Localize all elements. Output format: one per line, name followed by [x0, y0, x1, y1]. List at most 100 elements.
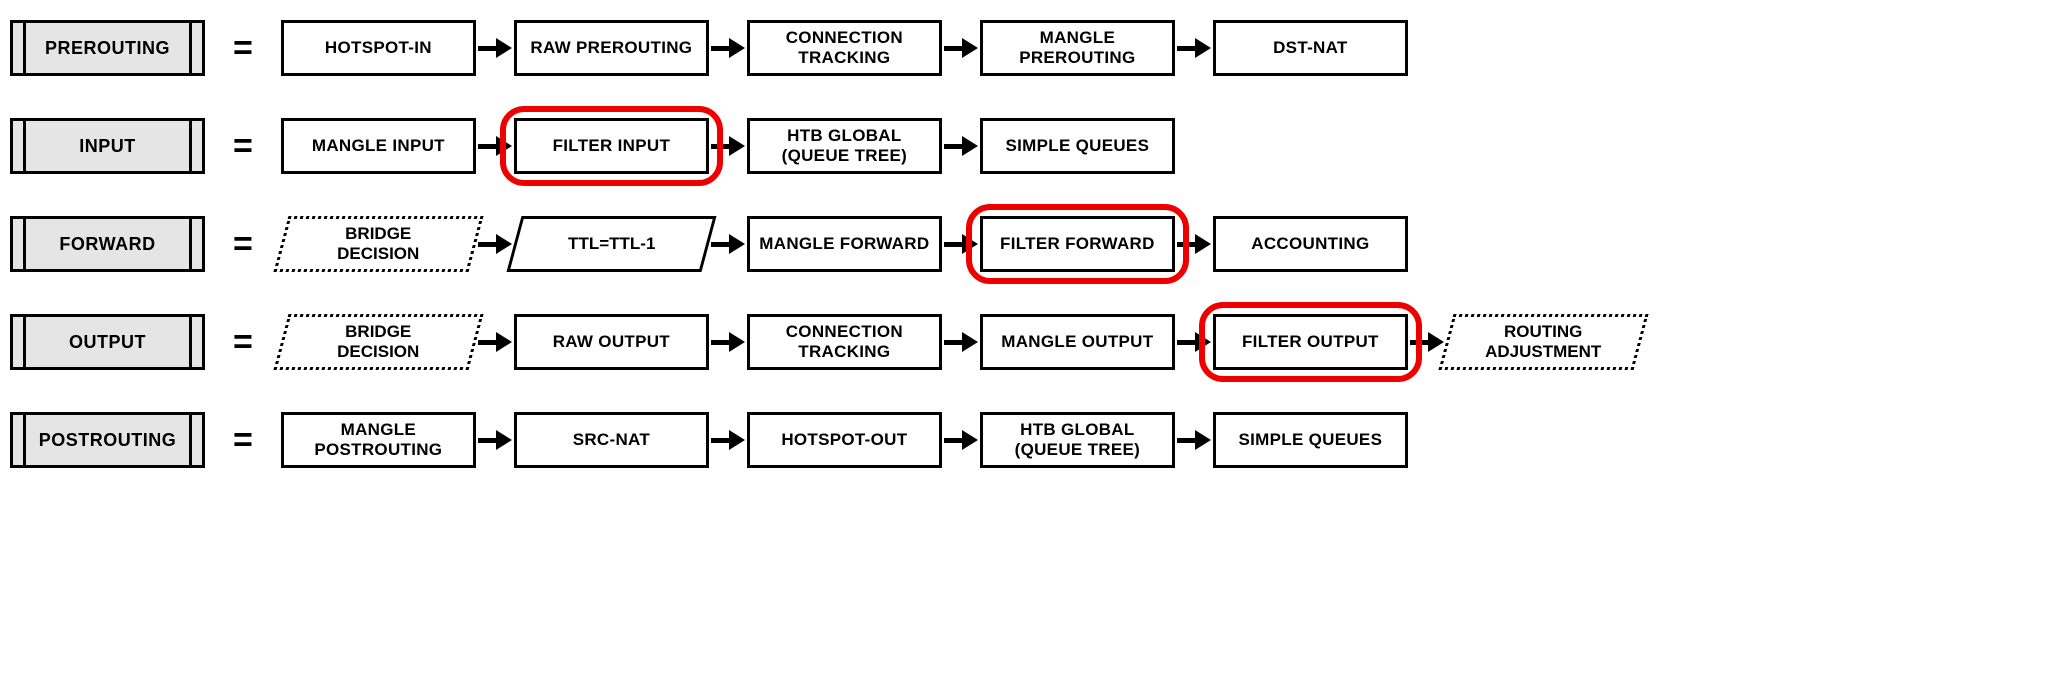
flow-arrow	[478, 136, 512, 156]
node-shape: CONNECTION TRACKING	[747, 20, 942, 76]
chain-row: INPUT = MANGLE INPUT FILTER INPUT HTB GLOBAL…	[10, 118, 2038, 174]
equals-sign: =	[233, 31, 253, 65]
node: MANGLE FORWARD	[747, 216, 942, 272]
equals-sign: =	[233, 325, 253, 359]
node: BRIDGE DECISION	[281, 216, 476, 272]
chain-label: FORWARD	[59, 234, 155, 255]
equals-sign: =	[233, 423, 253, 457]
flow-arrow	[478, 234, 512, 254]
node-shape: ROUTING ADJUSTMENT	[1438, 314, 1648, 370]
chain-label: INPUT	[79, 136, 136, 157]
chain-header: PREROUTING	[10, 20, 205, 76]
chain-header: OUTPUT	[10, 314, 205, 370]
flow: BRIDGE DECISION RAW OUTPUT CONNECTION TRAC…	[281, 314, 1641, 370]
node: MANGLE POSTROUTING	[281, 412, 476, 468]
chain-row: POSTROUTING = MANGLE POSTROUTING SRC-NAT HOT…	[10, 412, 2038, 468]
flow-arrow	[944, 234, 978, 254]
flow-arrow	[944, 332, 978, 352]
flow-arrow	[711, 136, 745, 156]
node-label: SRC-NAT	[573, 430, 650, 450]
node-label: MANGLE OUTPUT	[1001, 332, 1153, 352]
node-shape: ACCOUNTING	[1213, 216, 1408, 272]
chain-row: FORWARD = BRIDGE DECISION TTL=TTL-1 MANGLE F…	[10, 216, 2038, 272]
node-shape: SIMPLE QUEUES	[980, 118, 1175, 174]
node-label: FILTER INPUT	[553, 136, 671, 156]
node: HOTSPOT-OUT	[747, 412, 942, 468]
node: CONNECTION TRACKING	[747, 314, 942, 370]
chain-label: POSTROUTING	[39, 430, 177, 451]
flow-arrow	[478, 430, 512, 450]
node-shape: HTB GLOBAL (QUEUE TREE)	[980, 412, 1175, 468]
node: SIMPLE QUEUES	[1213, 412, 1408, 468]
node: SRC-NAT	[514, 412, 709, 468]
node-shape: MANGLE INPUT	[281, 118, 476, 174]
node: FILTER OUTPUT	[1213, 314, 1408, 370]
node: ROUTING ADJUSTMENT	[1446, 314, 1641, 370]
node-shape: FILTER FORWARD	[980, 216, 1175, 272]
node: ACCOUNTING	[1213, 216, 1408, 272]
node: MANGLE PREROUTING	[980, 20, 1175, 76]
node-label: RAW OUTPUT	[553, 332, 670, 352]
flow-arrow	[711, 38, 745, 58]
node-label: FILTER OUTPUT	[1242, 332, 1379, 352]
node: DST-NAT	[1213, 20, 1408, 76]
flow-arrow	[944, 430, 978, 450]
flow-arrow	[1177, 430, 1211, 450]
node: CONNECTION TRACKING	[747, 20, 942, 76]
flow: MANGLE POSTROUTING SRC-NAT HOTSPOT-OUT HTB …	[281, 412, 1408, 468]
flow-arrow	[944, 38, 978, 58]
flow-arrow	[944, 136, 978, 156]
node-label: ROUTING ADJUSTMENT	[1485, 322, 1601, 361]
node-shape: DST-NAT	[1213, 20, 1408, 76]
node: HTB GLOBAL (QUEUE TREE)	[980, 412, 1175, 468]
node-label: CONNECTION TRACKING	[786, 28, 903, 67]
flow-arrow	[711, 332, 745, 352]
node-label: FILTER FORWARD	[1000, 234, 1155, 254]
node-shape: SRC-NAT	[514, 412, 709, 468]
node: HOTSPOT-IN	[281, 20, 476, 76]
node: RAW OUTPUT	[514, 314, 709, 370]
flow-arrow	[1177, 38, 1211, 58]
node: FILTER FORWARD	[980, 216, 1175, 272]
flow-arrow	[711, 430, 745, 450]
node-shape: MANGLE FORWARD	[747, 216, 942, 272]
node-shape: FILTER INPUT	[514, 118, 709, 174]
chain-row: PREROUTING = HOTSPOT-IN RAW PREROUTING CONNE…	[10, 20, 2038, 76]
node-shape: RAW OUTPUT	[514, 314, 709, 370]
packet-flow-diagram: PREROUTING = HOTSPOT-IN RAW PREROUTING CONNE…	[10, 20, 2038, 468]
node-label: HTB GLOBAL (QUEUE TREE)	[1015, 420, 1140, 459]
node-label: MANGLE PREROUTING	[1019, 28, 1135, 67]
node-label: RAW PREROUTING	[530, 38, 692, 58]
chain-header: FORWARD	[10, 216, 205, 272]
node-shape: MANGLE POSTROUTING	[281, 412, 476, 468]
equals-sign: =	[233, 227, 253, 261]
node: MANGLE INPUT	[281, 118, 476, 174]
node-label: DST-NAT	[1273, 38, 1348, 58]
node: FILTER INPUT	[514, 118, 709, 174]
node-shape: MANGLE OUTPUT	[980, 314, 1175, 370]
chain-row: OUTPUT = BRIDGE DECISION RAW OUTPUT CONNECTI…	[10, 314, 2038, 370]
node: BRIDGE DECISION	[281, 314, 476, 370]
node-label: CONNECTION TRACKING	[786, 322, 903, 361]
node-shape: TTL=TTL-1	[506, 216, 716, 272]
node: TTL=TTL-1	[514, 216, 709, 272]
flow-arrow	[1177, 234, 1211, 254]
flow-arrow	[1177, 332, 1211, 352]
node-shape: HOTSPOT-OUT	[747, 412, 942, 468]
node-shape: CONNECTION TRACKING	[747, 314, 942, 370]
node-label: TTL=TTL-1	[568, 234, 655, 254]
equals-sign: =	[233, 129, 253, 163]
flow: BRIDGE DECISION TTL=TTL-1 MANGLE FORWARD FI…	[281, 216, 1408, 272]
node-shape: BRIDGE DECISION	[273, 314, 483, 370]
flow: HOTSPOT-IN RAW PREROUTING CONNECTION TRACK…	[281, 20, 1408, 76]
node-label: MANGLE INPUT	[312, 136, 445, 156]
chain-label: OUTPUT	[69, 332, 146, 353]
node-label: SIMPLE QUEUES	[1006, 136, 1150, 156]
chain-header: INPUT	[10, 118, 205, 174]
node-label: ACCOUNTING	[1251, 234, 1369, 254]
node: HTB GLOBAL (QUEUE TREE)	[747, 118, 942, 174]
flow: MANGLE INPUT FILTER INPUT HTB GLOBAL (QUEU…	[281, 118, 1175, 174]
flow-arrow	[478, 38, 512, 58]
node: SIMPLE QUEUES	[980, 118, 1175, 174]
flow-arrow	[711, 234, 745, 254]
